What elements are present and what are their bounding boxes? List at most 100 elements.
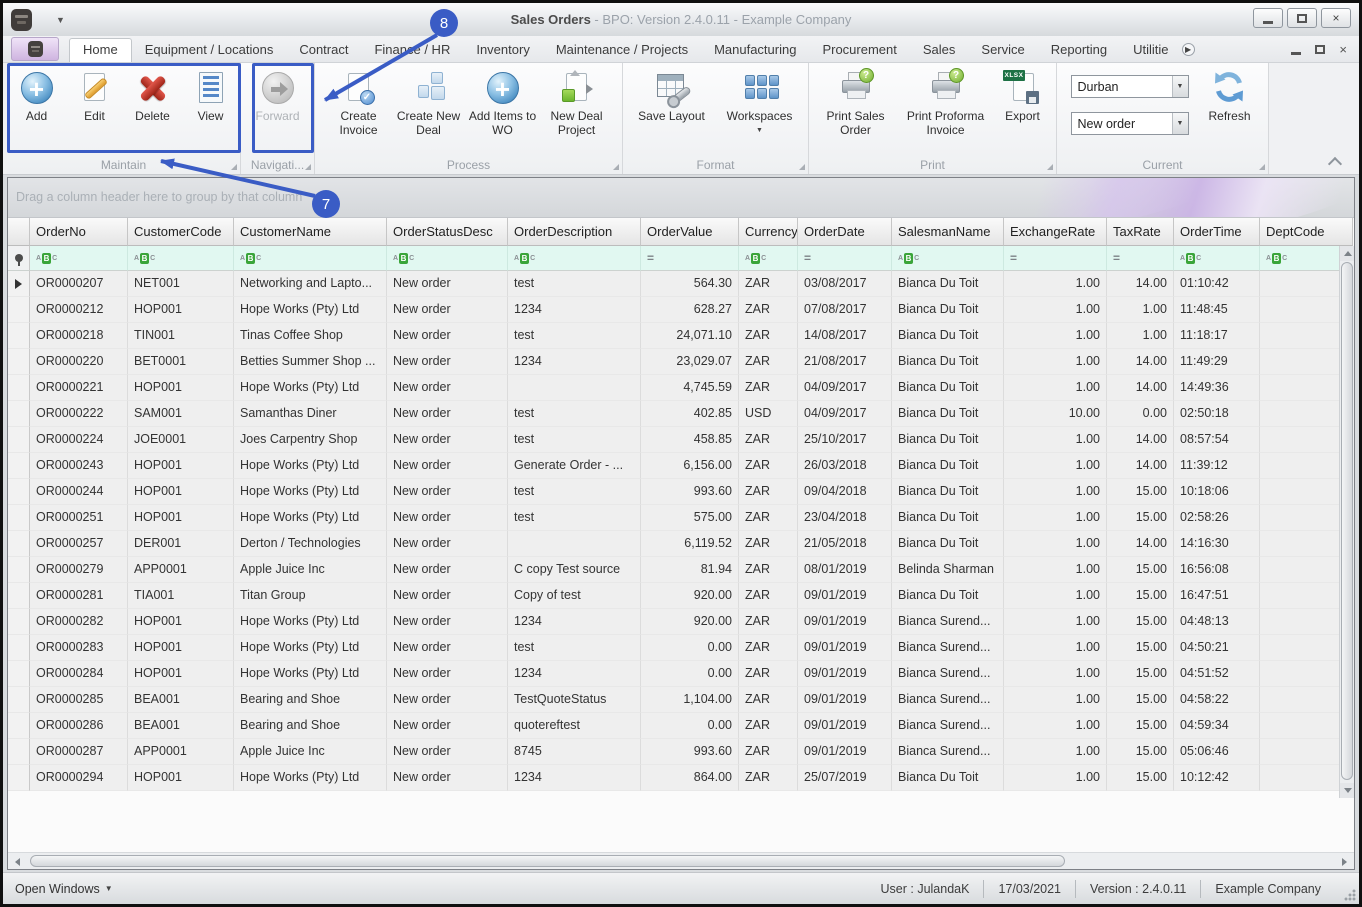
- column-header-orderno[interactable]: OrderNo: [30, 218, 128, 246]
- table-row[interactable]: OR0000281 TIA001 Titan Group New order Copy …: [8, 583, 1354, 609]
- scroll-right-icon[interactable]: [1337, 854, 1352, 869]
- column-header-salesmanname[interactable]: SalesmanName: [892, 218, 1004, 246]
- tab-utilitie[interactable]: Utilitie: [1120, 38, 1181, 62]
- table-row[interactable]: OR0000221 HOP001 Hope Works (Pty) Ltd New o…: [8, 375, 1354, 401]
- tab-service[interactable]: Service: [968, 38, 1037, 62]
- dialog-launcher-icon[interactable]: [231, 164, 237, 170]
- table-row[interactable]: OR0000283 HOP001 Hope Works (Pty) Ltd New o…: [8, 635, 1354, 661]
- vertical-scrollbar[interactable]: [1339, 246, 1354, 798]
- table-row[interactable]: OR0000218 TIN001 Tinas Coffee Shop New orde…: [8, 323, 1354, 349]
- minimize-button[interactable]: [1253, 8, 1283, 28]
- filter-cell-currency[interactable]: ABC: [739, 246, 798, 271]
- table-row[interactable]: OR0000294 HOP001 Hope Works (Pty) Ltd New o…: [8, 765, 1354, 791]
- collapse-ribbon-icon[interactable]: [1329, 158, 1341, 166]
- dialog-launcher-icon[interactable]: [799, 164, 805, 170]
- mdi-minimize-icon[interactable]: [1291, 52, 1302, 55]
- filter-cell-orderstatusdesc[interactable]: ABC: [387, 246, 508, 271]
- tab-inventory[interactable]: Inventory: [463, 38, 542, 62]
- table-row[interactable]: OR0000212 HOP001 Hope Works (Pty) Ltd New o…: [8, 297, 1354, 323]
- column-header-orderstatusdesc[interactable]: OrderStatusDesc: [387, 218, 508, 246]
- combo-branch[interactable]: Durban ▼: [1070, 75, 1189, 98]
- chevron-down-icon[interactable]: ▼: [1171, 113, 1188, 134]
- table-row[interactable]: OR0000222 SAM001 Samanthas Diner New order t…: [8, 401, 1354, 427]
- table-row[interactable]: OR0000251 HOP001 Hope Works (Pty) Ltd New o…: [8, 505, 1354, 531]
- horizontal-scrollbar[interactable]: [8, 852, 1354, 869]
- table-row[interactable]: OR0000286 BEA001 Bearing and Shoe New order…: [8, 713, 1354, 739]
- edit-button[interactable]: Edit: [66, 67, 124, 123]
- column-header-deptcode[interactable]: DeptCode: [1260, 218, 1353, 246]
- filter-pin-icon[interactable]: [8, 246, 30, 271]
- mdi-restore-icon[interactable]: [1315, 42, 1333, 54]
- table-row[interactable]: OR0000244 HOP001 Hope Works (Pty) Ltd New o…: [8, 479, 1354, 505]
- tab-procurement[interactable]: Procurement: [809, 38, 909, 62]
- column-header-customercode[interactable]: CustomerCode: [128, 218, 234, 246]
- dialog-launcher-icon[interactable]: [1047, 164, 1053, 170]
- table-row[interactable]: OR0000287 APP0001 Apple Juice Inc New order…: [8, 739, 1354, 765]
- dialog-launcher-icon[interactable]: [305, 164, 311, 170]
- table-row[interactable]: OR0000285 BEA001 Bearing and Shoe New order…: [8, 687, 1354, 713]
- filter-cell-customercode[interactable]: ABC: [128, 246, 234, 271]
- tab-equipment-locations[interactable]: Equipment / Locations: [132, 38, 287, 62]
- add-button[interactable]: Add: [8, 67, 66, 123]
- new-deal-project-button[interactable]: New Deal Project: [541, 67, 613, 137]
- delete-button[interactable]: Delete: [124, 67, 182, 123]
- add-items-to-wo-button[interactable]: Add Items to WO: [465, 67, 541, 137]
- horizontal-scroll-thumb[interactable]: [30, 855, 1065, 867]
- column-header-customername[interactable]: CustomerName: [234, 218, 387, 246]
- table-row[interactable]: OR0000257 DER001 Derton / Technologies New …: [8, 531, 1354, 557]
- table-row[interactable]: OR0000220 BET0001 Betties Summer Shop ... N…: [8, 349, 1354, 375]
- table-row[interactable]: OR0000284 HOP001 Hope Works (Pty) Ltd New o…: [8, 661, 1354, 687]
- save-layout-button[interactable]: Save Layout: [628, 67, 716, 123]
- dialog-launcher-icon[interactable]: [613, 164, 619, 170]
- column-header-exchangerate[interactable]: ExchangeRate: [1004, 218, 1107, 246]
- filter-cell-taxrate[interactable]: =: [1107, 246, 1174, 271]
- tab-finance-hr[interactable]: Finance / HR: [361, 38, 463, 62]
- column-header-orderdescription[interactable]: OrderDescription: [508, 218, 641, 246]
- open-windows-button[interactable]: Open Windows ▼: [15, 882, 113, 896]
- tab-manufacturing[interactable]: Manufacturing: [701, 38, 809, 62]
- filter-cell-customername[interactable]: ABC: [234, 246, 387, 271]
- table-row[interactable]: OR0000207 NET001 Networking and Lapto... Ne…: [8, 271, 1354, 297]
- print-sales-order-button[interactable]: ? Print Sales Order: [814, 67, 898, 137]
- column-header-ordertime[interactable]: OrderTime: [1174, 218, 1260, 246]
- combo-order-status[interactable]: New order ▼: [1070, 112, 1189, 135]
- tab-reporting[interactable]: Reporting: [1038, 38, 1120, 62]
- application-menu-button[interactable]: [11, 37, 59, 61]
- chevron-down-icon[interactable]: ▼: [1171, 76, 1188, 97]
- mdi-close-icon[interactable]: ×: [1339, 42, 1347, 57]
- vertical-scroll-thumb[interactable]: [1341, 262, 1353, 780]
- tabs-overflow-icon[interactable]: ▶: [1181, 43, 1195, 56]
- create-invoice-button[interactable]: ✓ Create Invoice: [325, 67, 393, 137]
- refresh-button[interactable]: Refresh: [1199, 67, 1261, 123]
- quick-access-dropdown-icon[interactable]: ▼: [56, 15, 65, 25]
- tab-home[interactable]: Home: [69, 38, 132, 62]
- create-new-deal-button[interactable]: Create New Deal: [393, 67, 465, 137]
- print-proforma-invoice-button[interactable]: ? Print Proforma Invoice: [898, 67, 994, 137]
- resize-grip[interactable]: [1344, 889, 1356, 901]
- filter-cell-exchangerate[interactable]: =: [1004, 246, 1107, 271]
- table-row[interactable]: OR0000243 HOP001 Hope Works (Pty) Ltd New o…: [8, 453, 1354, 479]
- group-by-bar[interactable]: Drag a column header here to group by th…: [8, 178, 1354, 218]
- forward-button[interactable]: Forward: [249, 67, 307, 123]
- tab-contract[interactable]: Contract: [286, 38, 361, 62]
- filter-cell-ordertime[interactable]: ABC: [1174, 246, 1260, 271]
- column-header-taxrate[interactable]: TaxRate: [1107, 218, 1174, 246]
- filter-cell-salesmanname[interactable]: ABC: [892, 246, 1004, 271]
- filter-cell-orderdate[interactable]: =: [798, 246, 892, 271]
- scroll-up-icon[interactable]: [1340, 246, 1354, 261]
- filter-cell-ordervalue[interactable]: =: [641, 246, 739, 271]
- table-row[interactable]: OR0000279 APP0001 Apple Juice Inc New order…: [8, 557, 1354, 583]
- filter-cell-orderdescription[interactable]: ABC: [508, 246, 641, 271]
- export-button[interactable]: XLSX Export: [994, 67, 1052, 123]
- tab-sales[interactable]: Sales: [910, 38, 969, 62]
- maximize-button[interactable]: [1287, 8, 1317, 28]
- table-row[interactable]: OR0000282 HOP001 Hope Works (Pty) Ltd New o…: [8, 609, 1354, 635]
- dialog-launcher-icon[interactable]: [1259, 164, 1265, 170]
- scroll-down-icon[interactable]: [1340, 783, 1354, 798]
- table-row[interactable]: OR0000224 JOE0001 Joes Carpentry Shop New o…: [8, 427, 1354, 453]
- tab-maintenance-projects[interactable]: Maintenance / Projects: [543, 38, 701, 62]
- column-header-currency[interactable]: Currency: [739, 218, 798, 246]
- scroll-left-icon[interactable]: [10, 854, 25, 869]
- close-button[interactable]: ×: [1321, 8, 1351, 28]
- column-header-ordervalue[interactable]: OrderValue: [641, 218, 739, 246]
